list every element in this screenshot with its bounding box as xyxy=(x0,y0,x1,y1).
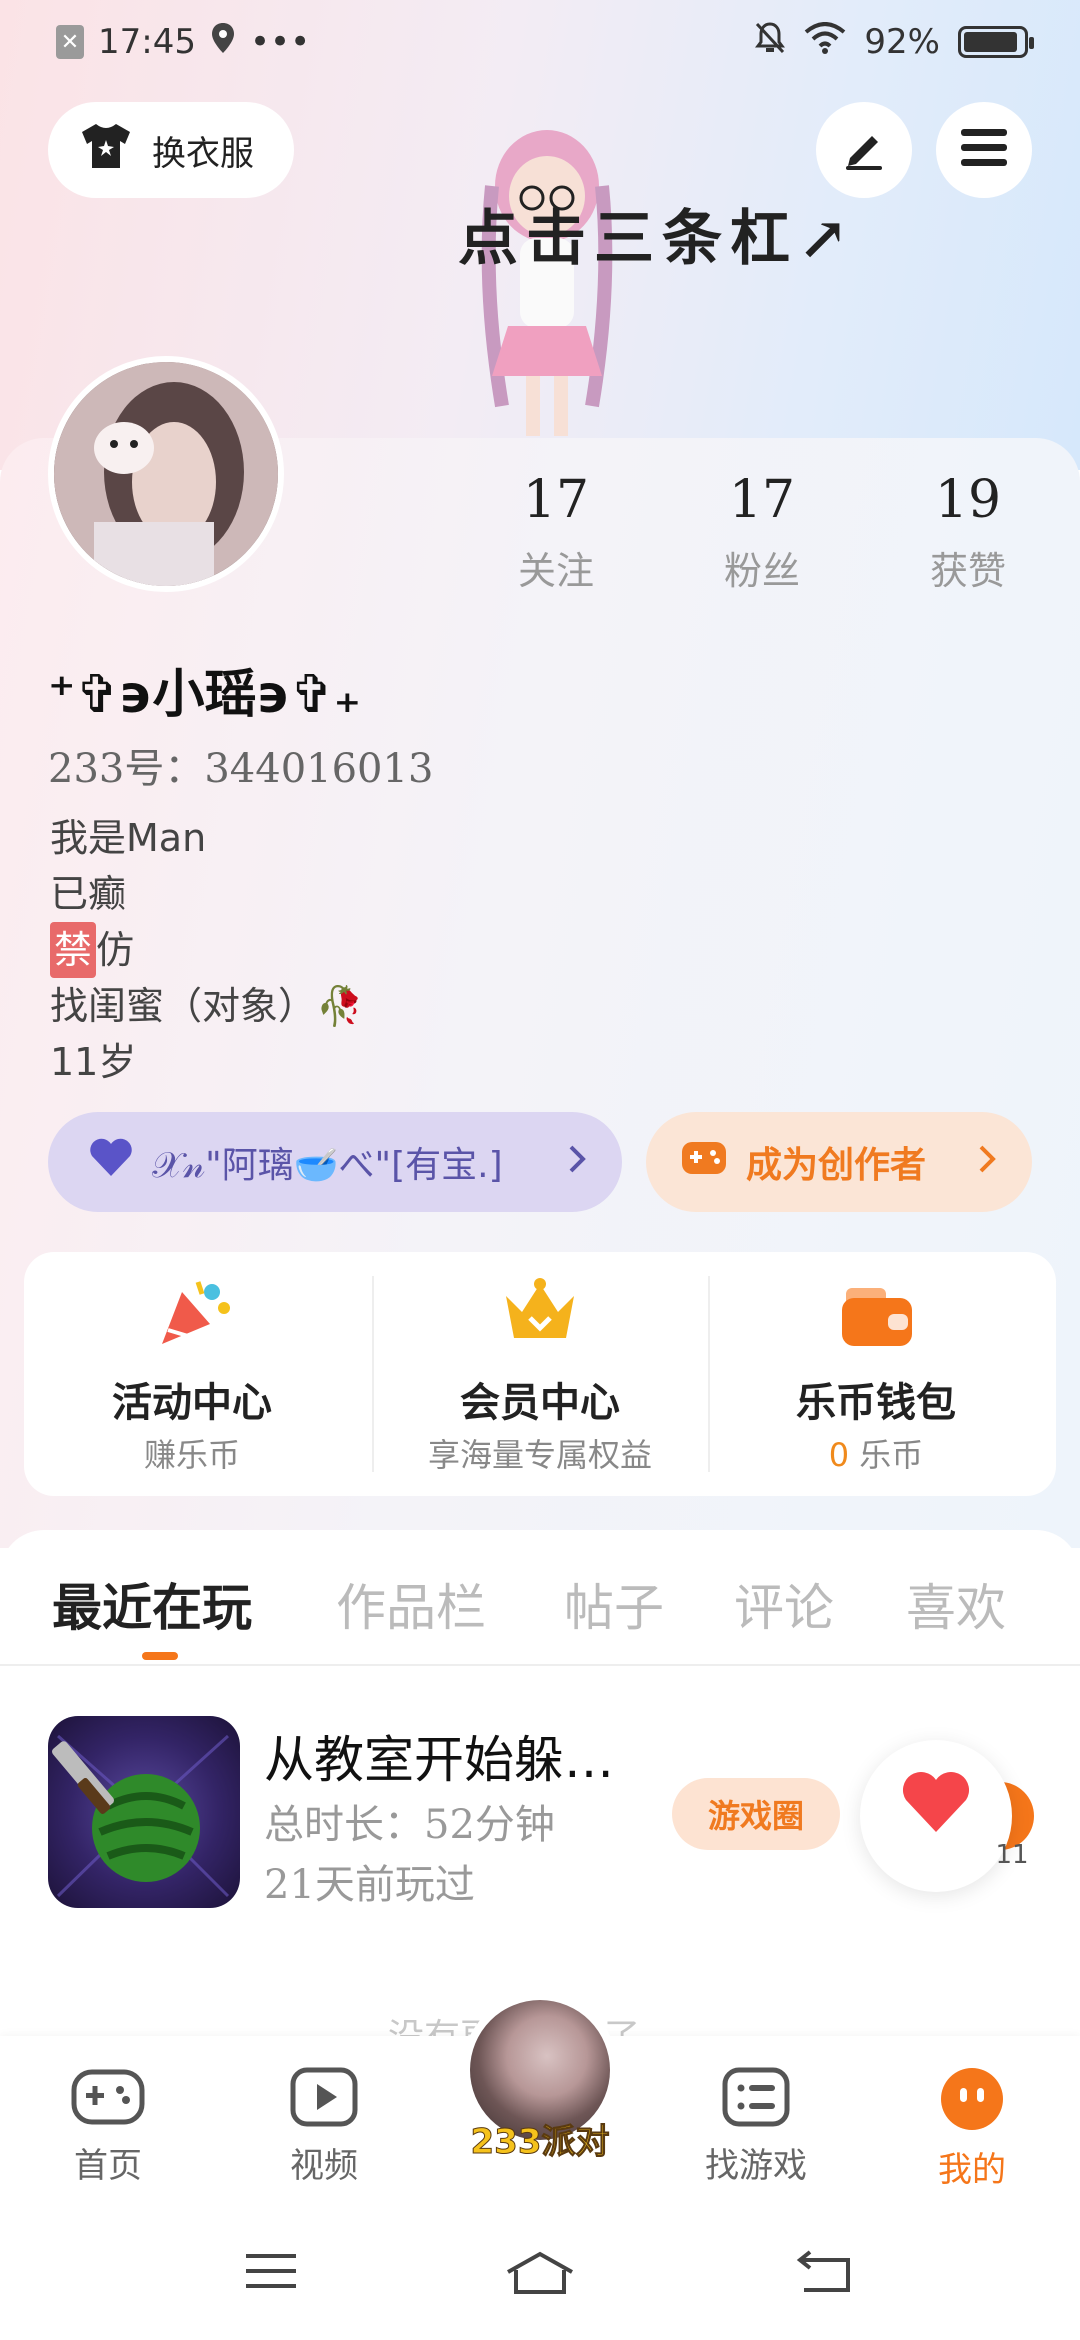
ban-badge: 禁 xyxy=(50,922,97,978)
nav-home-label: 首页 xyxy=(74,2146,142,2186)
change-outfit-button[interactable]: 换衣服 xyxy=(48,102,294,198)
game-title[interactable]: 从教室开始躲… xyxy=(264,1720,614,1792)
pen-icon xyxy=(840,124,888,176)
tab-divider xyxy=(0,1664,1080,1666)
vip-center-item[interactable]: 会员中心 享海量专属权益 xyxy=(372,1252,708,1496)
close-friend-pill[interactable]: 𝒳𝓃"阿璃🥣べ"[有宝.] xyxy=(48,1112,622,1212)
edit-button[interactable] xyxy=(816,102,912,198)
tab-indicator xyxy=(142,1652,178,1660)
stat-fans[interactable]: 17 粉丝 xyxy=(682,470,842,595)
bio-line: 我是Man xyxy=(50,816,207,860)
become-creator-pill[interactable]: 成为创作者 xyxy=(646,1112,1032,1212)
nav-party-label: 233派对 xyxy=(470,2122,610,2163)
vip-center-title: 会员中心 xyxy=(460,1380,620,1426)
tab-likes[interactable]: 喜欢 xyxy=(906,1568,1006,1640)
username: ⁺✞϶小瑶϶✞₊ xyxy=(48,665,362,725)
chevron-right-icon xyxy=(978,1142,996,1183)
chevron-right-icon xyxy=(568,1142,586,1183)
game-duration: 总时长：52分钟 xyxy=(264,1802,555,1848)
bio-line: 禁仿 xyxy=(50,922,363,978)
mine-face-icon xyxy=(938,2068,1006,2136)
party-popper-icon xyxy=(154,1278,234,1354)
recent-apps-icon[interactable] xyxy=(244,2250,298,2292)
tab-posts[interactable]: 帖子 xyxy=(564,1568,664,1640)
avatar-3d-figure[interactable] xyxy=(452,126,642,446)
more-dots: ••• xyxy=(249,22,311,62)
wallet-balance: 0 xyxy=(828,1436,850,1474)
nav-party-center[interactable]: 233派对 xyxy=(462,1992,618,2192)
bio-line: 找闺蜜（对象）🥀 xyxy=(50,984,364,1028)
stat-following[interactable]: 17 关注 xyxy=(476,470,636,595)
game-icon[interactable] xyxy=(48,1716,240,1908)
stat-likes[interactable]: 19 获赞 xyxy=(888,470,1048,595)
change-outfit-label: 换衣服 xyxy=(152,133,254,174)
bio-line: 已癫 xyxy=(50,872,127,916)
battery-icon xyxy=(958,26,1034,58)
become-creator-label: 成为创作者 xyxy=(746,1145,927,1186)
activity-center-item[interactable]: 活动中心 赚乐币 xyxy=(24,1252,360,1496)
list-icon xyxy=(721,2067,791,2132)
gamepad-icon xyxy=(680,1138,728,1187)
stat-likes-label: 获赞 xyxy=(929,549,1006,593)
tab-comments[interactable]: 评论 xyxy=(734,1568,834,1640)
bio-line: 11岁 xyxy=(50,1040,137,1084)
wallet-subtitle: 0 乐币 xyxy=(708,1430,1044,1476)
wifi-icon xyxy=(804,21,846,63)
nav-mine[interactable]: 我的 xyxy=(892,2066,1052,2191)
status-time: 17:45 xyxy=(98,22,196,62)
like-count: 11 xyxy=(995,1840,1029,1870)
system-navigation-bar xyxy=(0,2230,1080,2340)
back-icon[interactable] xyxy=(796,2250,854,2294)
wallet-item[interactable]: 乐币钱包 0 乐币 xyxy=(708,1252,1044,1496)
game-last-played: 21天前玩过 xyxy=(264,1862,475,1908)
wallet-title: 乐币钱包 xyxy=(796,1380,956,1426)
tab-recent-play[interactable]: 最近在玩 xyxy=(52,1568,252,1640)
nav-mine-label: 我的 xyxy=(938,2150,1006,2190)
play-icon xyxy=(289,2067,359,2132)
stat-fans-label: 粉丝 xyxy=(723,549,800,593)
nav-find-game[interactable]: 找游戏 xyxy=(676,2066,836,2187)
user-bio: 我是Man 已癫 禁仿 找闺蜜（对象）🥀 11岁 xyxy=(50,810,363,1090)
location-icon xyxy=(210,21,236,64)
battery-percent: 92% xyxy=(864,22,940,62)
user-avatar[interactable] xyxy=(48,356,284,592)
nav-find-game-label: 找游戏 xyxy=(705,2146,807,2186)
wallet-unit: 乐币 xyxy=(859,1436,924,1474)
gamepad-icon xyxy=(70,2069,146,2132)
stat-likes-value: 19 xyxy=(934,470,1002,530)
activity-center-title: 活动中心 xyxy=(112,1380,272,1426)
home-icon[interactable] xyxy=(504,2250,576,2296)
stat-following-label: 关注 xyxy=(517,549,594,593)
nav-home[interactable]: 首页 xyxy=(28,2066,188,2187)
heart-icon xyxy=(900,1770,972,1838)
game-circle-button[interactable]: 游戏圈 xyxy=(672,1778,840,1850)
wallet-icon xyxy=(838,1278,918,1354)
hamburger-icon xyxy=(959,125,1009,175)
stat-following-value: 17 xyxy=(522,470,590,530)
shirt-icon xyxy=(78,120,134,181)
menu-hint-text: 点击三条杠↗ xyxy=(458,204,857,274)
tab-works[interactable]: 作品栏 xyxy=(336,1568,486,1640)
nav-video-label: 视频 xyxy=(290,2146,358,2186)
activity-center-subtitle: 赚乐币 xyxy=(143,1436,240,1474)
notification-close-icon: ✕ xyxy=(56,25,84,59)
menu-button[interactable] xyxy=(936,102,1032,198)
nav-video[interactable]: 视频 xyxy=(244,2066,404,2187)
bio-line-text: 仿 xyxy=(96,928,135,972)
heart-icon xyxy=(88,1138,134,1187)
mute-icon xyxy=(754,21,786,64)
stat-fans-value: 17 xyxy=(728,470,796,530)
quick-actions-card: 活动中心 赚乐币 会员中心 享海量专属权益 乐币钱包 0 乐币 xyxy=(24,1252,1056,1496)
vip-center-subtitle: 享海量专属权益 xyxy=(427,1436,652,1474)
status-bar: ✕ 17:45 ••• 92% xyxy=(0,0,1080,84)
floating-like-button[interactable]: 11 xyxy=(860,1740,1029,1892)
close-friend-label: 𝒳𝓃"阿璃🥣べ"[有宝.] xyxy=(152,1145,503,1186)
user-id: 233号：344016013 xyxy=(48,746,434,792)
crown-icon xyxy=(500,1276,580,1352)
